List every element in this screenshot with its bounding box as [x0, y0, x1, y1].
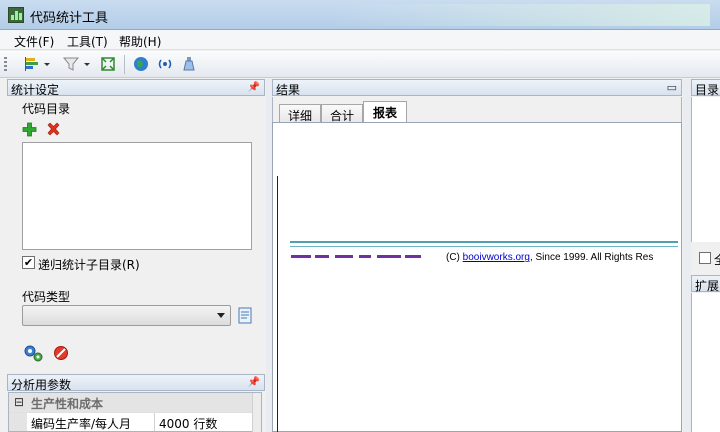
window-title: 代码统计工具: [30, 11, 109, 26]
result-panel-header: 结果 ▭: [272, 79, 682, 97]
extension-list[interactable]: [691, 293, 720, 432]
report-view: [272, 122, 682, 432]
copyright-link[interactable]: booivworks.org: [463, 252, 530, 263]
delete-icon[interactable]: [46, 122, 61, 137]
property-name: 编码生产率/每人月: [31, 417, 132, 431]
category-label: 生产性和成本: [31, 397, 104, 411]
dir-tree-panel-title: 目录: [695, 83, 720, 97]
pin-icon[interactable]: 📌: [248, 377, 260, 388]
recurse-checkbox[interactable]: ✔: [22, 256, 35, 269]
menu-help[interactable]: 帮助(H): [119, 33, 161, 50]
property-row[interactable]: 编码生产率/每人月 4000 行数: [9, 412, 253, 431]
app-chart-icon: [8, 7, 24, 23]
edit-document-icon[interactable]: [236, 306, 253, 325]
dir-tree-view[interactable]: [691, 97, 720, 242]
run-settings-icon[interactable]: [22, 343, 46, 363]
property-grid-scrollbar[interactable]: [252, 393, 261, 432]
settings-panel-title: 统计设定: [11, 83, 60, 97]
dropdown-arrow-icon[interactable]: [83, 55, 91, 73]
toolbar-separator: [124, 55, 125, 74]
settings-panel-header: 统计设定 📌: [7, 79, 265, 97]
select-all-label[interactable]: 全: [714, 251, 720, 268]
report-margin-line: [277, 176, 278, 432]
result-panel-title: 结果: [276, 83, 301, 97]
maximize-icon[interactable]: ▭: [667, 81, 677, 94]
report-copyright: (C) booivworks.org, Since 1999. All Righ…: [446, 252, 654, 263]
bottle-icon[interactable]: [180, 55, 198, 73]
dir-tree-panel-header: 目录: [691, 79, 720, 97]
analysis-panel-header: 分析用参数 📌: [7, 374, 265, 392]
collapse-icon[interactable]: ⊟: [14, 395, 24, 409]
title-bar-glass: [330, 4, 710, 26]
add-icon[interactable]: [22, 122, 37, 137]
extension-panel-title: 扩展: [695, 279, 720, 293]
menu-file[interactable]: 文件(F): [14, 33, 54, 50]
analysis-panel-title: 分析用参数: [11, 378, 72, 392]
filter-icon[interactable]: [62, 55, 80, 73]
tab-summary[interactable]: 合计: [321, 104, 363, 123]
select-all-checkbox[interactable]: [699, 252, 711, 264]
bar-chart-icon[interactable]: [24, 55, 42, 73]
code-dir-group-label: 代码目录: [22, 102, 71, 116]
toolbar-grip[interactable]: [4, 57, 7, 72]
code-type-group-label: 代码类型: [22, 290, 71, 304]
code-type-select[interactable]: [22, 305, 231, 326]
toolbar: [0, 51, 720, 78]
report-header-rule: [290, 241, 678, 243]
menu-tools[interactable]: 工具(T): [67, 33, 108, 50]
code-dir-list[interactable]: [22, 142, 252, 250]
tab-detail[interactable]: 详细: [279, 104, 321, 123]
right-splitter[interactable]: [683, 79, 691, 432]
globe-icon[interactable]: [132, 55, 150, 73]
recurse-label[interactable]: 递归统计子目录(R): [38, 256, 140, 273]
title-bar: 代码统计工具: [0, 0, 720, 30]
fullscreen-icon[interactable]: [99, 55, 117, 73]
dropdown-arrow-icon[interactable]: [43, 55, 51, 73]
property-value[interactable]: 4000 行数: [159, 415, 217, 432]
property-category[interactable]: ⊟ 生产性和成本: [9, 393, 253, 412]
chevron-down-icon[interactable]: [217, 313, 225, 318]
report-logo-text: [291, 254, 423, 260]
extension-panel-header: 扩展: [691, 275, 720, 293]
analysis-property-grid: ⊟ 生产性和成本 编码生产率/每人月 4000 行数: [8, 392, 262, 432]
report-header-rule-thin: [290, 246, 678, 247]
tab-report[interactable]: 报表: [363, 101, 407, 123]
broadcast-icon[interactable]: [156, 55, 174, 73]
stop-icon[interactable]: [53, 345, 69, 361]
pin-icon[interactable]: 📌: [248, 82, 260, 93]
menu-bar: 文件(F) 工具(T) 帮助(H): [0, 30, 720, 50]
